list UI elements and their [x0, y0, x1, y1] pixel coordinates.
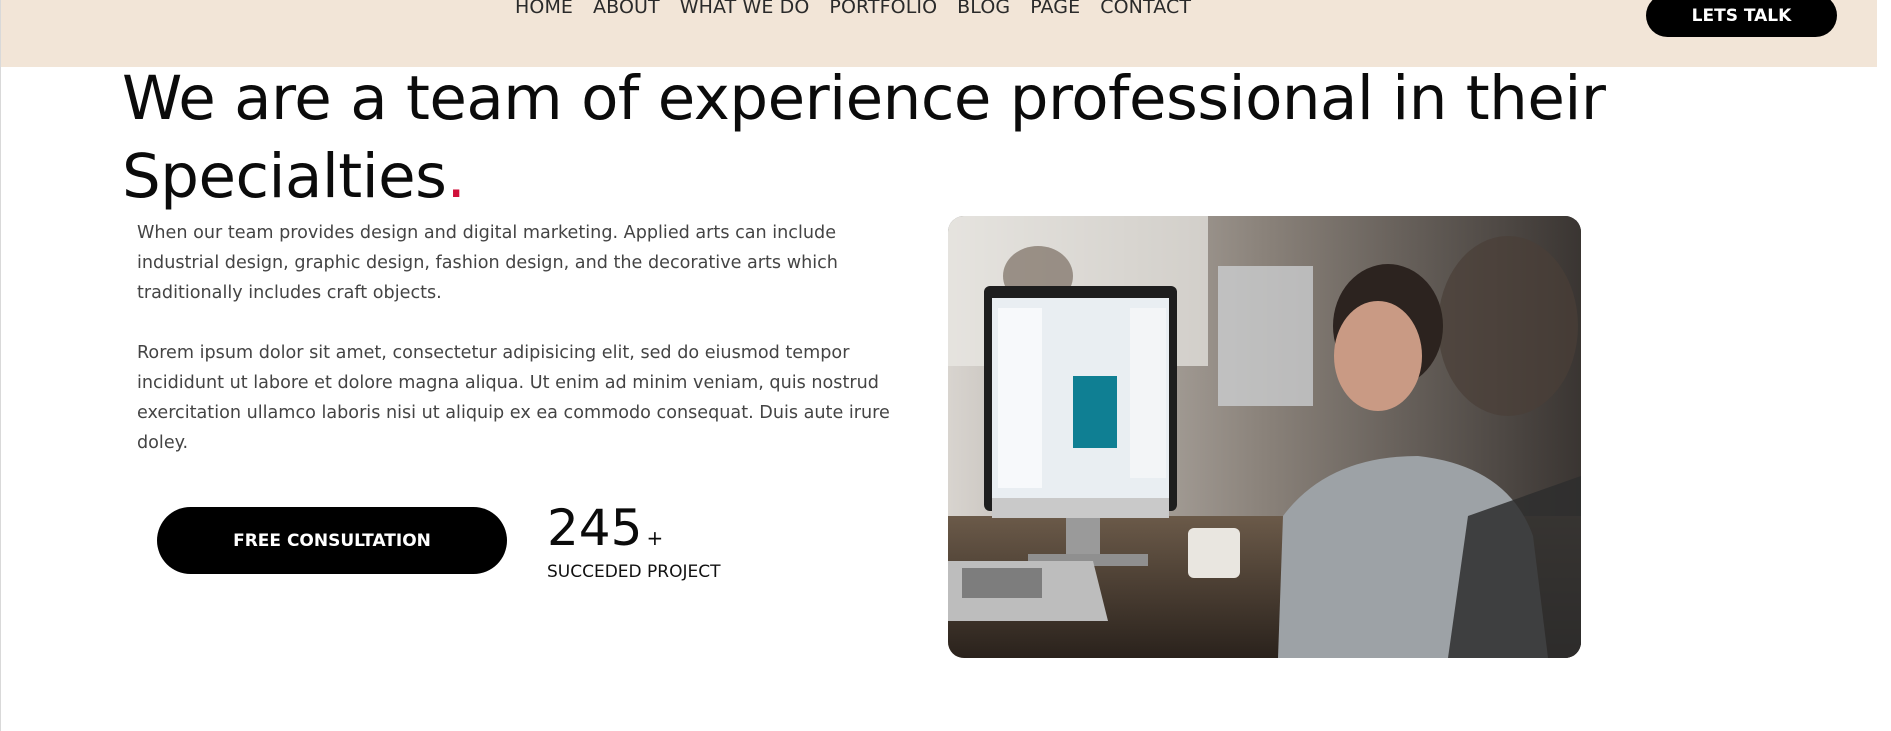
- nav-link-page[interactable]: PAGE: [1030, 0, 1080, 24]
- nav-link-what-we-do[interactable]: WHAT WE DO: [680, 0, 810, 24]
- hero-headline: We are a team of experience professional…: [122, 60, 1622, 216]
- hero-headline-text: We are a team of experience professional…: [122, 63, 1606, 212]
- hero-paragraph-2: Rorem ipsum dolor sit amet, consectetur …: [137, 343, 890, 453]
- main-nav: HOME ABOUT WHAT WE DO PORTFOLIO BLOG PAG…: [515, 0, 1211, 24]
- hero-copy: When our team provides design and digita…: [137, 218, 897, 458]
- top-navbar: HOME ABOUT WHAT WE DO PORTFOLIO BLOG PAG…: [1, 0, 1877, 67]
- free-consultation-button[interactable]: FREE CONSULTATION: [157, 507, 507, 574]
- hero-photo: [948, 216, 1581, 658]
- projects-stat: 245 + SUCCEDED PROJECT: [547, 500, 721, 582]
- stat-number: 245: [547, 499, 643, 557]
- lets-talk-button[interactable]: LETS TALK: [1646, 0, 1837, 37]
- hero-paragraph-1: When our team provides design and digita…: [137, 223, 838, 303]
- stat-plus: +: [646, 526, 664, 550]
- nav-link-home[interactable]: HOME: [515, 0, 573, 24]
- stat-label: SUCCEDED PROJECT: [547, 562, 721, 582]
- office-workspace-illustration: [948, 216, 1581, 658]
- nav-link-portfolio[interactable]: PORTFOLIO: [829, 0, 937, 24]
- scrollbar-gutter: [1877, 0, 1891, 731]
- page-edge: [0, 0, 1, 731]
- headline-accent-dot: .: [446, 141, 466, 212]
- nav-link-blog[interactable]: BLOG: [957, 0, 1010, 24]
- stat-number-row: 245 +: [547, 500, 721, 556]
- nav-link-contact[interactable]: CONTACT: [1100, 0, 1191, 24]
- nav-link-about[interactable]: ABOUT: [593, 0, 660, 24]
